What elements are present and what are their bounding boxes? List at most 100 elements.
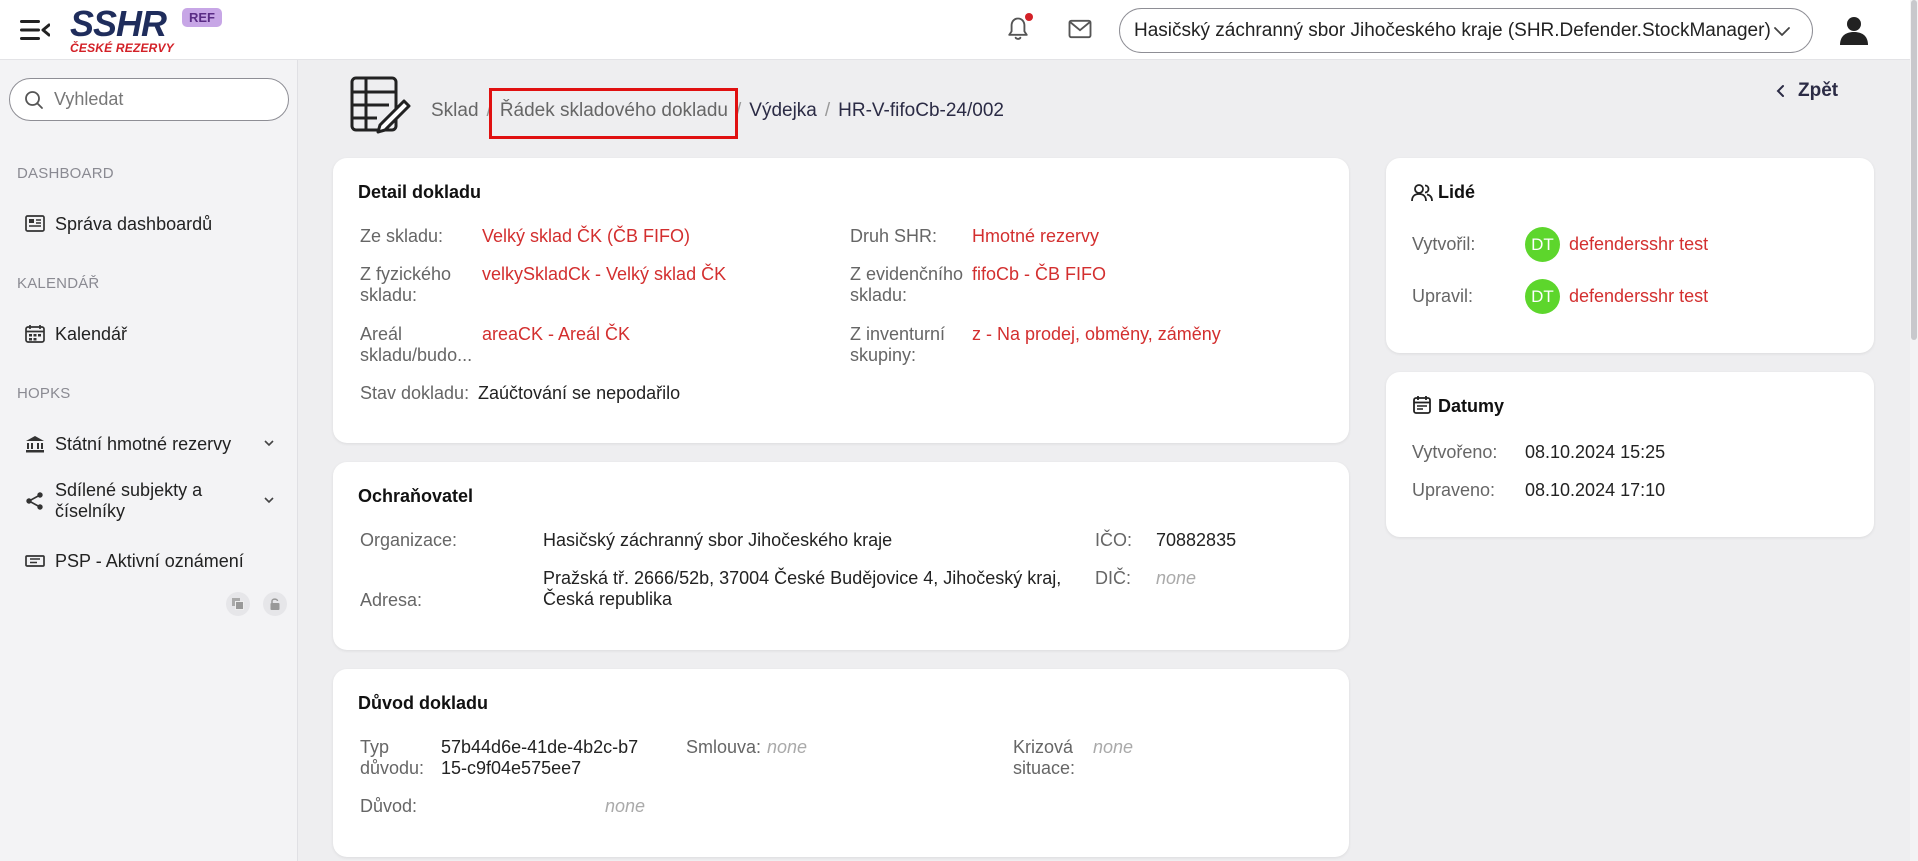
reason-label: Důvod:	[360, 796, 418, 816]
protector-card: Ochraňovatel Organizace: Hasičský záchra…	[333, 462, 1349, 650]
protector-card-title: Ochraňovatel	[358, 486, 474, 506]
created-date-label: Vytvořeno:	[1412, 442, 1498, 462]
sidebar-item-label: Správa dashboardů	[55, 213, 213, 234]
crisis-label: Krizová situace:	[1013, 737, 1076, 778]
chevron-down-icon	[264, 497, 274, 504]
inventory-group-link[interactable]: z - Na prodej, obměny, záměny	[972, 324, 1221, 345]
search-input[interactable]	[54, 89, 274, 110]
records-warehouse-label: Z evidenčního skladu:	[850, 264, 964, 305]
people-icon	[1411, 184, 1433, 202]
environment-badge: REF	[182, 8, 222, 27]
search-icon	[25, 90, 43, 109]
created-by-label: Vytvořil:	[1412, 234, 1476, 254]
copy-button[interactable]	[226, 592, 250, 616]
scrollbar-thumb[interactable]	[1911, 0, 1917, 340]
logo-subtitle: ČESKÉ REZERVY	[70, 41, 174, 55]
sidebar-item-shared-subjects[interactable]: Sdílené subjekty a číselníky	[24, 480, 276, 522]
area-link[interactable]: areaCK - Areál ČK	[482, 324, 630, 345]
chevron-left-icon	[1776, 85, 1784, 97]
status-value: Zaúčtování se nepodařilo	[478, 383, 681, 403]
section-title-hopks: HOPKS	[17, 385, 71, 402]
modified-by-label: Upravil:	[1412, 286, 1474, 306]
sidebar-item-label: Státní hmotné rezervy	[55, 433, 232, 454]
detail-card: Detail dokladu Ze skladu: Velký sklad ČK…	[333, 158, 1349, 443]
reason-card-title: Důvod dokladu	[358, 693, 488, 713]
address-label: Adresa:	[360, 590, 423, 610]
modified-date-value: 08.10.2024 17:10	[1525, 480, 1666, 500]
breadcrumb: Sklad / Řádek skladového dokladu / Výdej…	[431, 100, 1004, 122]
organization-label: Organizace:	[360, 530, 458, 550]
sshr-logo[interactable]: SSHR ČESKÉ REZERVY	[70, 4, 175, 56]
reason-value: none	[605, 796, 646, 816]
sidebar-item-label: Kalendář	[55, 323, 128, 344]
breadcrumb-separator: /	[824, 100, 831, 121]
contract-value: none	[767, 737, 808, 757]
people-card-title: Lidé	[1438, 182, 1476, 202]
reason-card: Důvod dokladu Typ důvodu: 57b44d6e-41de-…	[333, 669, 1349, 857]
physical-warehouse-link[interactable]: velkySkladCk - Velký sklad ČK	[482, 264, 726, 285]
organization-select[interactable]: Hasičský záchranný sbor Jihočeského kraj…	[1119, 8, 1813, 53]
section-title-dashboard: DASHBOARD	[17, 165, 114, 182]
notification-dot	[1025, 13, 1033, 21]
from-warehouse-label: Ze skladu:	[360, 226, 444, 246]
area-label: Areál skladu/budo...	[360, 324, 473, 365]
chevron-down-icon	[264, 440, 274, 447]
menu-toggle-icon[interactable]	[20, 17, 50, 43]
reason-type-label: Typ důvodu:	[360, 737, 425, 778]
lock-button[interactable]	[263, 592, 287, 616]
sidebar-item-calendar[interactable]: Kalendář	[24, 323, 276, 345]
calendar-icon	[1413, 396, 1431, 414]
from-warehouse-link[interactable]: Velký sklad ČK (ČB FIFO)	[482, 226, 690, 247]
back-button[interactable]: Zpět	[1774, 80, 1838, 102]
modified-by-link[interactable]: defendersshr test	[1569, 286, 1708, 307]
section-title-calendar: KALENDÁŘ	[17, 275, 100, 292]
chevron-down-icon	[1774, 27, 1790, 36]
sidebar-search[interactable]	[9, 78, 289, 121]
mail-icon[interactable]	[1066, 15, 1094, 43]
breadcrumb-item-warehouse[interactable]: Sklad	[431, 100, 479, 122]
dic-label: DIČ:	[1095, 568, 1131, 588]
organization-select-value: Hasičský záchranný sbor Jihočeského kraj…	[1134, 19, 1771, 41]
crisis-value: none	[1093, 737, 1134, 757]
inventory-group-label: Z inventurní skupiny:	[850, 324, 946, 365]
back-label: Zpět	[1798, 80, 1839, 101]
status-label: Stav dokladu:	[360, 383, 470, 403]
records-warehouse-link[interactable]: fifoCb - ČB FIFO	[972, 264, 1106, 285]
physical-warehouse-label: Z fyzického skladu:	[360, 264, 452, 305]
user-account-icon[interactable]	[1837, 13, 1871, 47]
sidebar-item-label: Sdílené subjekty a číselníky	[55, 480, 203, 521]
breadcrumb-separator: /	[486, 100, 492, 121]
breadcrumb-item-current: HR-V-fifoCb-24/002	[838, 100, 1004, 121]
ticket-icon	[25, 555, 45, 567]
sidebar-item-label: PSP - Aktivní oznámení	[55, 550, 244, 571]
created-date-value: 08.10.2024 15:25	[1525, 442, 1666, 462]
top-header: SSHR ČESKÉ REZERVY REF Hasičský záchrann…	[0, 0, 1910, 60]
dates-card: Datumy Vytvořeno: 08.10.2024 15:25 Uprav…	[1386, 372, 1874, 537]
shr-type-link[interactable]: Hmotné rezervy	[972, 226, 1099, 247]
dashboard-icon	[25, 215, 45, 232]
ico-label: IČO:	[1095, 530, 1133, 550]
modified-date-label: Upraveno:	[1412, 480, 1496, 500]
ico-value: 70882835	[1156, 530, 1237, 550]
reason-type-value: 57b44d6e-41de-4b2c-b715-c9f04e575ee7	[441, 737, 639, 778]
calendar-icon	[25, 325, 45, 343]
shr-type-label: Druh SHR:	[850, 226, 938, 246]
people-card: Lidé Vytvořil: DT defendersshr test Upra…	[1386, 158, 1874, 353]
created-by-link[interactable]: defendersshr test	[1569, 234, 1708, 255]
unlock-icon	[270, 598, 280, 610]
dates-card-title: Datumy	[1438, 396, 1505, 416]
avatar: DT	[1525, 227, 1560, 262]
document-edit-icon	[350, 76, 411, 134]
dic-value: none	[1156, 568, 1197, 588]
sidebar-item-psp-notices[interactable]: PSP - Aktivní oznámení	[24, 550, 276, 572]
logo-text: SSHR	[70, 3, 167, 44]
page-scrollbar[interactable]	[1910, 0, 1918, 861]
share-icon	[26, 492, 43, 510]
sidebar-item-dashboards[interactable]: Správa dashboardů	[24, 213, 276, 235]
breadcrumb-item-document-line[interactable]: Řádek skladového dokladu	[500, 100, 728, 122]
copy-icon	[232, 598, 244, 610]
avatar: DT	[1525, 279, 1560, 314]
breadcrumb-item-issue-note[interactable]: Výdejka	[749, 100, 817, 122]
bank-icon	[26, 436, 44, 453]
sidebar-item-state-reserves[interactable]: Státní hmotné rezervy	[24, 433, 276, 455]
